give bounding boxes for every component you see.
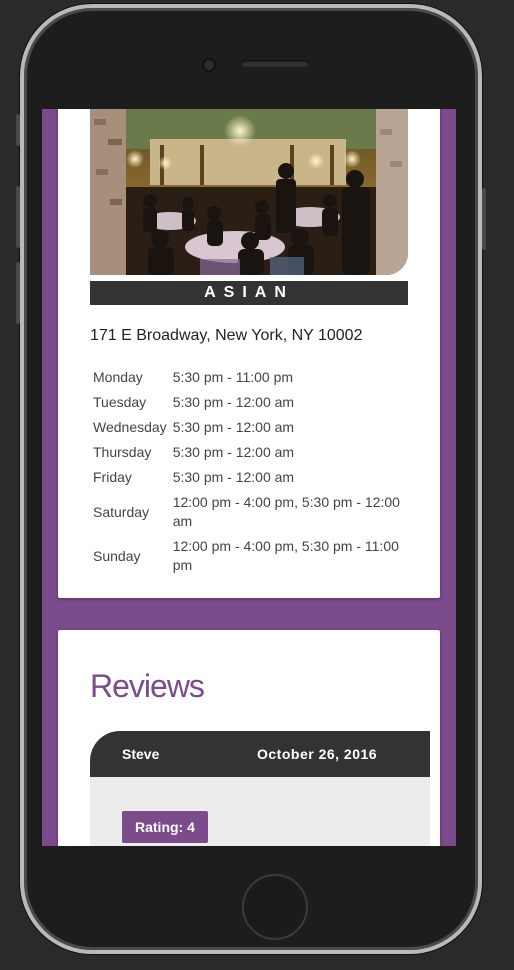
- restaurant-details-card: ASIAN 171 E Broadway, New York, NY 10002…: [58, 109, 440, 598]
- hours-row: Wednesday 5:30 pm - 12:00 am: [90, 415, 410, 440]
- hours-row: Sunday 12:00 pm - 4:00 pm, 5:30 pm - 11:…: [90, 534, 410, 578]
- hours-time: 12:00 pm - 4:00 pm, 5:30 pm - 12:00 am: [172, 494, 400, 529]
- restaurant-photo: [90, 109, 408, 275]
- cuisine-banner: ASIAN: [90, 281, 408, 305]
- home-button[interactable]: [242, 874, 308, 940]
- volume-up-button: [16, 186, 20, 248]
- hours-time: 5:30 pm - 12:00 am: [172, 419, 295, 435]
- hours-time: 12:00 pm - 4:00 pm, 5:30 pm - 11:00 pm: [172, 538, 399, 573]
- hours-row: Thursday 5:30 pm - 12:00 am: [90, 440, 410, 465]
- front-camera: [202, 58, 216, 72]
- restaurant-address: 171 E Broadway, New York, NY 10002: [90, 327, 363, 344]
- hours-day: Monday: [93, 369, 143, 385]
- review-item: Steve October 26, 2016 Rating: 4: [90, 731, 430, 846]
- rating-badge: Rating: 4: [122, 811, 208, 843]
- reviews-card: Reviews Steve October 26, 2016 Rating: 4: [58, 630, 440, 846]
- power-button: [482, 188, 486, 250]
- reviews-heading: Reviews: [90, 668, 205, 704]
- hours-time: 5:30 pm - 12:00 am: [172, 469, 295, 485]
- review-date: October 26, 2016: [257, 746, 378, 762]
- hours-row: Saturday 12:00 pm - 4:00 pm, 5:30 pm - 1…: [90, 490, 410, 534]
- hours-time: 5:30 pm - 11:00 pm: [172, 369, 294, 385]
- opening-hours-table: Monday 5:30 pm - 11:00 pm Tuesday 5:30 p…: [90, 365, 410, 578]
- mute-switch: [16, 114, 20, 146]
- hours-day: Thursday: [93, 444, 152, 460]
- hours-day: Sunday: [93, 547, 141, 564]
- app-screen: ASIAN 171 E Broadway, New York, NY 10002…: [42, 109, 456, 846]
- earpiece-speaker: [241, 60, 309, 67]
- volume-down-button: [16, 262, 20, 324]
- reviewer-name: Steve: [122, 746, 160, 762]
- hours-day: Wednesday: [93, 419, 167, 435]
- hours-time: 5:30 pm - 12:00 am: [172, 444, 295, 460]
- hours-day: Friday: [93, 469, 132, 485]
- review-header: Steve October 26, 2016: [90, 731, 430, 777]
- hours-row: Tuesday 5:30 pm - 12:00 am: [90, 390, 410, 415]
- hours-row: Friday 5:30 pm - 12:00 am: [90, 465, 410, 490]
- hours-day: Tuesday: [93, 394, 147, 410]
- hours-day: Saturday: [93, 503, 150, 520]
- hours-time: 5:30 pm - 12:00 am: [172, 394, 295, 410]
- hours-row: Monday 5:30 pm - 11:00 pm: [90, 365, 410, 390]
- restaurant-interior-illustration: [90, 109, 408, 275]
